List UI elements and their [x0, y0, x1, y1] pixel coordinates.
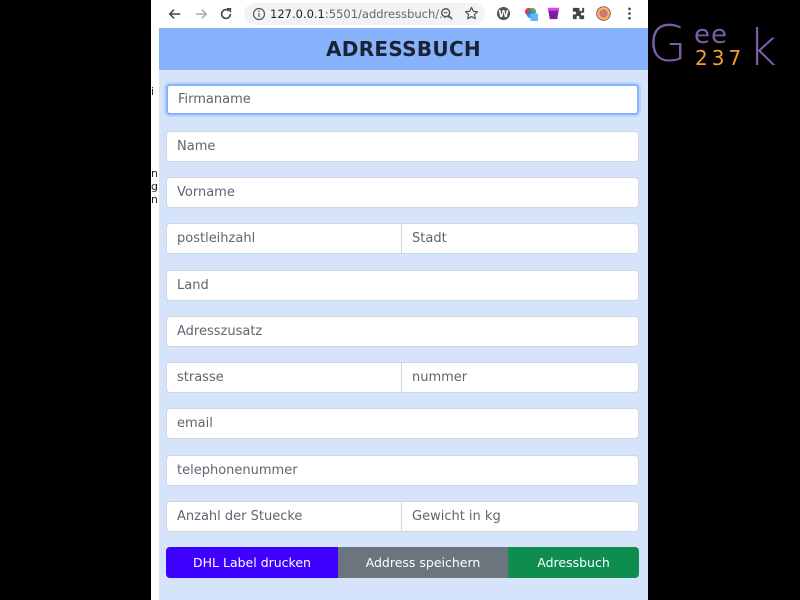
geek237-logo: G ee 237 k — [648, 15, 777, 75]
stadt-input[interactable] — [402, 223, 639, 254]
email-input[interactable] — [166, 408, 639, 439]
browser-window: 127.0.0.1:5501/addressbuch/... W ADRESSB… — [157, 0, 648, 600]
arrow-right-icon — [195, 9, 208, 19]
extensions-puzzle-icon[interactable] — [571, 6, 586, 21]
arrow-left-icon — [168, 9, 181, 19]
nummer-input[interactable] — [402, 362, 639, 393]
page-title: ADRESSBUCH — [326, 37, 481, 61]
logo-number: 237 — [695, 46, 745, 70]
addressbook-app: ADRESSBUCH DHL Label drucken Address spe… — [159, 28, 648, 600]
postleihzahl-input[interactable] — [166, 223, 402, 254]
reload-button[interactable] — [216, 4, 236, 24]
back-button[interactable] — [165, 4, 185, 24]
vorname-input[interactable] — [166, 177, 639, 208]
wordpress-extension-icon[interactable]: W — [496, 6, 511, 21]
url-text: 127.0.0.1:5501/addressbuch/... — [270, 6, 450, 22]
browser-toolbar: 127.0.0.1:5501/addressbuch/... W — [157, 0, 648, 28]
addressbook-button[interactable]: Adressbuch — [508, 547, 639, 578]
url-path: :5501/addressbuch/... — [324, 7, 451, 21]
telephonenummer-input[interactable] — [166, 455, 639, 486]
save-address-button[interactable]: Address speichern — [338, 547, 508, 578]
profile-avatar-icon[interactable] — [596, 6, 611, 21]
reload-icon — [220, 7, 232, 20]
adresszusatz-input[interactable] — [166, 316, 639, 347]
land-input[interactable] — [166, 270, 639, 301]
bookmark-star-icon[interactable] — [464, 6, 479, 21]
gewicht-input[interactable] — [402, 501, 639, 532]
strasse-input[interactable] — [166, 362, 402, 393]
info-icon[interactable] — [252, 7, 266, 21]
dhl-label-button[interactable]: DHL Label drucken — [166, 547, 338, 578]
name-input[interactable] — [166, 131, 639, 162]
url-host: 127.0.0.1 — [270, 7, 325, 21]
logo-letter-g: G — [648, 15, 687, 73]
zoom-icon[interactable] — [440, 7, 454, 21]
bucket-extension-icon[interactable] — [546, 6, 561, 21]
menu-dots-icon[interactable] — [622, 6, 637, 21]
anzahl-stuecke-input[interactable] — [166, 501, 402, 532]
logo-letter-k: k — [748, 19, 777, 75]
svg-text:W: W — [498, 9, 509, 20]
color-picker-extension-icon[interactable] — [523, 6, 538, 21]
app-header: ADRESSBUCH — [159, 28, 648, 70]
firmaname-input[interactable] — [166, 84, 639, 115]
address-bar[interactable]: 127.0.0.1:5501/addressbuch/... — [244, 3, 485, 25]
forward-button[interactable] — [191, 4, 211, 24]
